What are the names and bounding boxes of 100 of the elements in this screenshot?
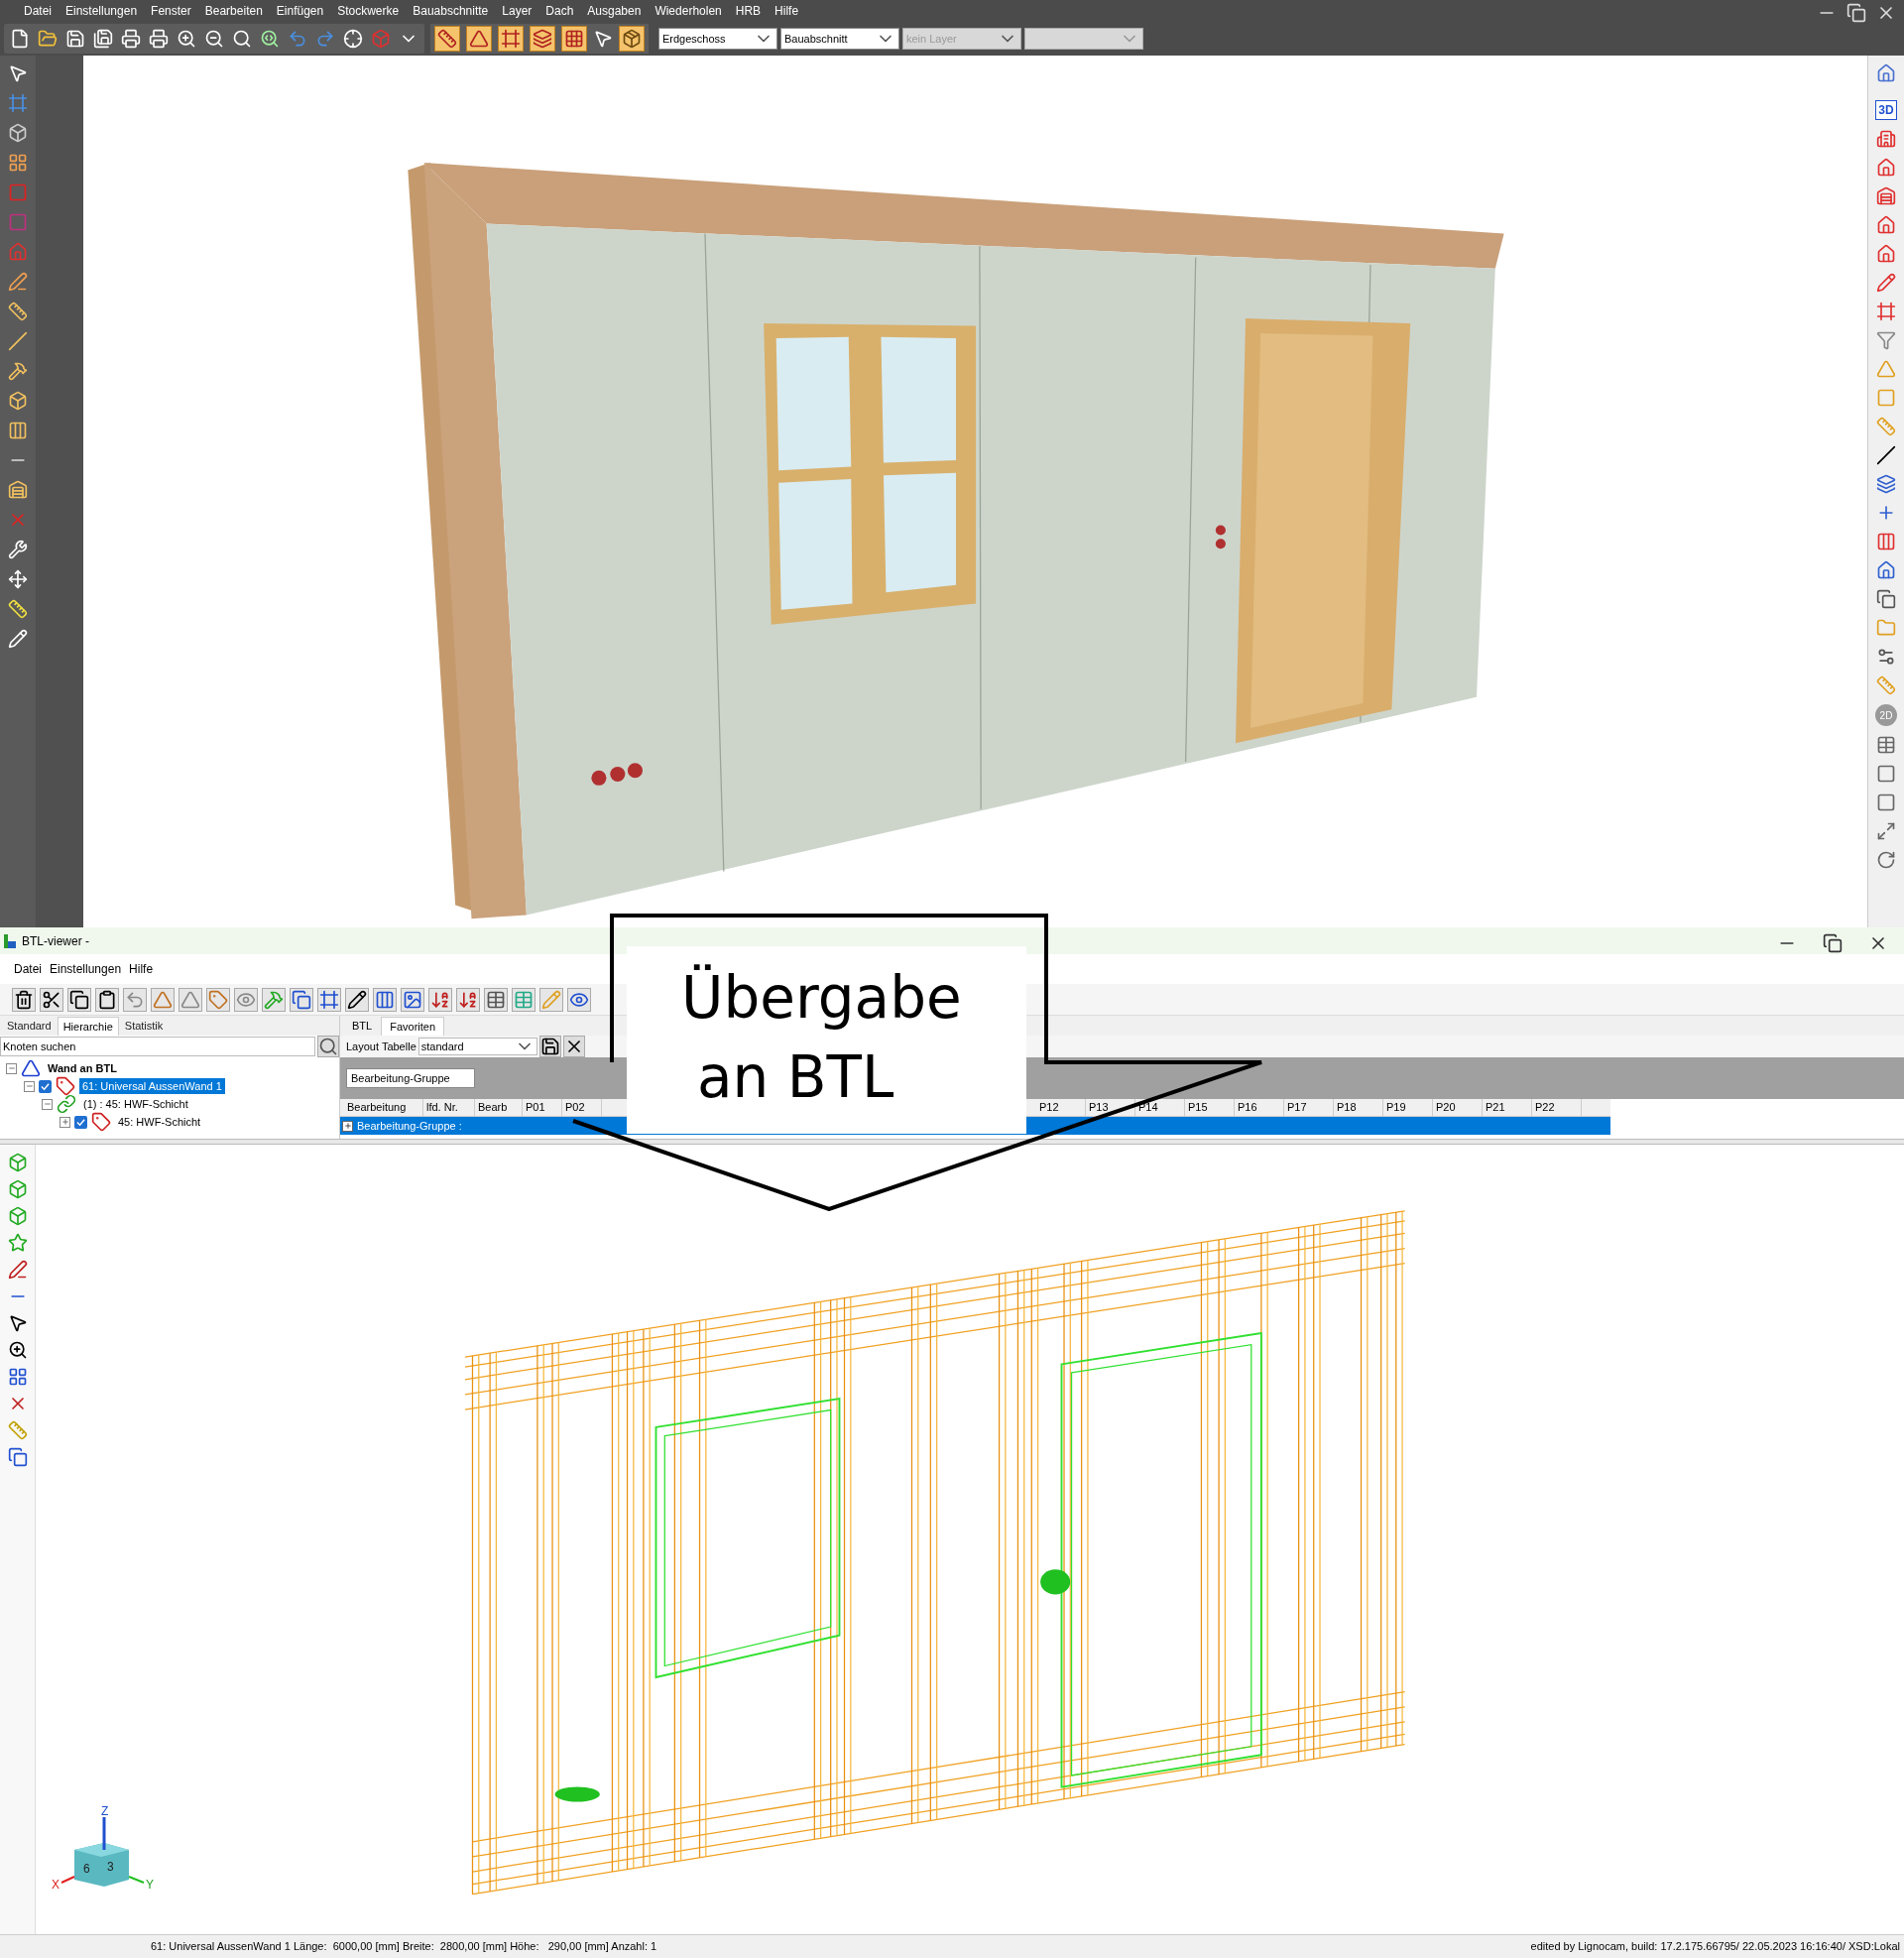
save-all-icon[interactable] xyxy=(93,29,113,49)
search-icon[interactable] xyxy=(232,29,252,49)
rotate-icon[interactable] xyxy=(1876,850,1896,870)
column-header[interactable]: P13 xyxy=(1086,1099,1135,1116)
grid-icon[interactable] xyxy=(7,1367,28,1387)
cube-icon[interactable] xyxy=(8,391,28,411)
pen-icon[interactable] xyxy=(7,1260,28,1280)
menu-item[interactable]: Hilfe xyxy=(129,960,154,978)
menu-item[interactable]: Ausgaben xyxy=(587,2,642,20)
star-icon[interactable] xyxy=(7,1233,28,1253)
column-header[interactable]: P18 xyxy=(1334,1099,1383,1116)
maximize-icon[interactable] xyxy=(1876,821,1896,841)
group-chip[interactable]: Bearbeitung-Gruppe xyxy=(346,1068,475,1088)
slash-icon[interactable] xyxy=(1876,445,1896,465)
square-icon[interactable] xyxy=(1876,764,1896,784)
printer-icon[interactable] xyxy=(149,29,169,49)
layers-icon[interactable] xyxy=(1876,474,1896,494)
pencil-icon[interactable] xyxy=(347,989,367,1010)
menu-item[interactable]: Layer xyxy=(502,2,533,20)
grid-icon[interactable] xyxy=(8,153,28,173)
frame-icon[interactable] xyxy=(1876,302,1896,321)
wrench-icon[interactable] xyxy=(8,540,28,559)
settings-icon[interactable] xyxy=(1876,647,1896,667)
ruler-icon[interactable] xyxy=(437,29,457,49)
folder-icon[interactable] xyxy=(38,29,58,49)
clipboard-icon[interactable] xyxy=(97,989,117,1010)
layer-dropdown[interactable]: Erdgeschoss xyxy=(658,28,777,50)
layers-icon[interactable] xyxy=(533,29,552,49)
menu-item[interactable]: Wiederholen xyxy=(654,2,722,20)
columns-icon[interactable] xyxy=(375,989,395,1010)
cube-icon[interactable] xyxy=(7,1206,28,1226)
triangle-icon[interactable] xyxy=(153,989,173,1010)
zoom-in-icon[interactable] xyxy=(7,1340,28,1360)
columns-icon[interactable] xyxy=(1876,532,1896,551)
scissors-icon[interactable] xyxy=(42,989,61,1010)
checkbox[interactable] xyxy=(74,1115,87,1129)
menu-item[interactable]: Stockwerke xyxy=(337,2,400,20)
menu-item[interactable]: Datei xyxy=(14,960,42,978)
building-icon[interactable] xyxy=(8,480,28,500)
crosshair-icon[interactable] xyxy=(343,29,363,49)
trash-icon[interactable] xyxy=(14,989,34,1010)
new-file-icon[interactable] xyxy=(10,29,30,49)
square-icon[interactable] xyxy=(1876,793,1896,812)
tab[interactable]: Hierarchie xyxy=(57,1017,119,1036)
house-icon[interactable] xyxy=(1876,63,1896,83)
cube-icon[interactable] xyxy=(7,1179,28,1199)
menu-item[interactable]: Einstellungen xyxy=(65,2,138,20)
table-icon[interactable] xyxy=(486,989,506,1010)
menu-item[interactable]: Fenster xyxy=(151,2,191,20)
tree-item[interactable]: (1) : 45: HWF-Schicht xyxy=(80,1095,191,1113)
search-field[interactable]: Knoten suchen xyxy=(0,1037,315,1056)
expand-toggle[interactable] xyxy=(60,1116,70,1128)
tree-item[interactable]: 61: Universal AussenWand 1 xyxy=(79,1077,225,1095)
column-header[interactable]: P02 xyxy=(562,1099,602,1116)
menu-item[interactable]: Hilfe xyxy=(774,2,799,20)
building-icon[interactable] xyxy=(1876,129,1896,149)
restore-icon[interactable] xyxy=(1846,3,1866,23)
find-replace-icon[interactable] xyxy=(260,29,280,49)
grid-icon[interactable] xyxy=(564,29,584,49)
house-icon[interactable] xyxy=(1876,158,1896,178)
search-icon[interactable] xyxy=(318,1037,338,1056)
column-header[interactable]: P16 xyxy=(1235,1099,1284,1116)
pen-icon[interactable] xyxy=(8,272,28,292)
column-header[interactable]: Bearbeitung xyxy=(344,1099,423,1116)
tab[interactable]: Favoriten xyxy=(381,1017,445,1036)
column-header[interactable]: P12 xyxy=(1036,1099,1086,1116)
save-icon[interactable] xyxy=(65,29,85,49)
tree-item[interactable]: Wand an BTL xyxy=(45,1059,120,1077)
frame-icon[interactable] xyxy=(501,29,521,49)
triangle-icon[interactable] xyxy=(180,989,200,1010)
save-icon[interactable] xyxy=(539,1037,560,1056)
column-header[interactable]: P01 xyxy=(523,1099,562,1116)
table-icon[interactable] xyxy=(1876,735,1896,755)
pointer-icon[interactable] xyxy=(593,29,613,49)
checkbox[interactable] xyxy=(39,1079,52,1093)
copy-icon[interactable] xyxy=(69,989,89,1010)
3d-view-button[interactable]: 3D xyxy=(1875,100,1897,120)
menu-item[interactable]: Datei xyxy=(24,2,52,20)
pointer-icon[interactable] xyxy=(8,63,28,83)
house-icon[interactable] xyxy=(1876,215,1896,235)
expand-toggle[interactable] xyxy=(24,1080,35,1092)
undo-icon[interactable] xyxy=(125,989,145,1010)
column-header[interactable]: P17 xyxy=(1284,1099,1334,1116)
column-header[interactable]: P15 xyxy=(1185,1099,1235,1116)
columns-icon[interactable] xyxy=(8,421,28,440)
column-header[interactable]: P20 xyxy=(1433,1099,1483,1116)
expand-toggle[interactable] xyxy=(6,1062,17,1074)
package-icon[interactable] xyxy=(622,29,642,49)
zoom-out-icon[interactable] xyxy=(204,29,224,49)
image-icon[interactable] xyxy=(403,989,422,1010)
triangle-icon[interactable] xyxy=(469,29,489,49)
copy-icon[interactable] xyxy=(1876,589,1896,609)
house-icon[interactable] xyxy=(1876,560,1896,580)
zoom-in-icon[interactable] xyxy=(177,29,196,49)
expand-toggle[interactable] xyxy=(42,1098,53,1110)
printer-icon[interactable] xyxy=(121,29,141,49)
frame-icon[interactable] xyxy=(319,989,339,1010)
tag-icon[interactable] xyxy=(208,989,228,1010)
column-header[interactable]: Bearb xyxy=(475,1099,523,1116)
menu-item[interactable]: Einstellungen xyxy=(50,960,122,978)
